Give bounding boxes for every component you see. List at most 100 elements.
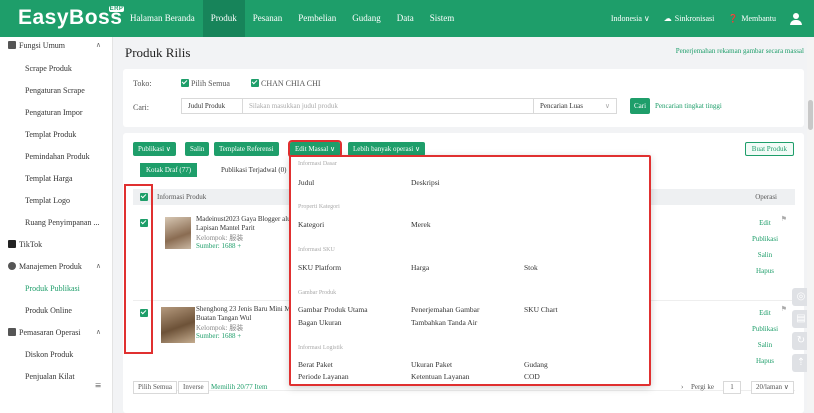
sidebar-item-produk-online[interactable]: Produk Online [0,306,113,315]
nav-produk[interactable]: Produk [202,0,245,37]
sidebar-group-pemasaran-operasi[interactable]: Pemasaran Operasi ∧ [0,328,113,337]
menu-item-warehouse[interactable]: Gudang [524,360,548,369]
copy-link[interactable]: Salin [735,337,795,353]
publish-link[interactable]: Publikasi [735,231,795,247]
menu-item-cod[interactable]: COD [524,372,540,381]
product-thumbnail[interactable] [165,217,191,249]
menu-item-judul[interactable]: Judul [298,178,314,187]
sidebar-item-ruang-penyimpanan[interactable]: Ruang Penyimpanan ... [0,218,113,227]
chevron-up-icon: ∧ [95,328,101,336]
menu-item-size-chart[interactable]: Bagan Ukuran [298,318,342,327]
menu-item-watermark[interactable]: Tambahkan Tanda Air [411,318,477,327]
row-operations: Edit Publikasi Salin Hapus [735,215,795,279]
nav-data[interactable]: Data [389,0,422,37]
help-button[interactable]: ❓ Membantu [728,14,776,23]
search-label: Cari: [133,103,149,112]
search-button[interactable]: Cari [630,98,650,114]
publish-link[interactable]: Publikasi [735,321,795,337]
nav-gudang[interactable]: Gudang [344,0,389,37]
edit-mass-menu: Informasi Dasar Judul Deskripsi Properti… [289,155,651,386]
create-product-button[interactable]: Buat Produk [744,142,794,156]
next-page-icon[interactable]: › [681,377,683,397]
app-logo[interactable]: EasyBoss ERP [18,6,125,30]
menu-item-merek[interactable]: Merek [411,220,431,229]
checkbox-highlight [124,184,153,354]
user-icon[interactable] [790,12,802,25]
filter-card: Toko: Pilih Semua CHAN CHIA CHI Cari: Ju… [123,69,804,127]
page-input[interactable]: 1 [723,381,741,394]
sidebar: Fungsi Umum ∧ Scrape Produk Pengaturan Sc… [0,37,113,413]
copy-button[interactable]: Salin [185,142,210,156]
tab-draft[interactable]: Kotak Draf (77) [140,163,198,177]
sidebar-item-templat-harga[interactable]: Templat Harga [0,174,113,183]
megaphone-icon [8,328,16,336]
menu-section-images: Gambar Produk [298,290,337,296]
menu-item-kategori[interactable]: Kategori [298,220,324,229]
menu-item-service-period[interactable]: Periode Layanan [298,372,349,381]
menu-collapse-icon[interactable]: ≡ [95,380,101,392]
sync-button[interactable]: ☁ Sinkronisasi [664,14,715,23]
region-select[interactable]: Indonesia ∨ [611,14,650,23]
row-operations: Edit Publikasi Salin Hapus [735,305,795,369]
product-source[interactable]: Sumber: 1688 + [196,242,241,250]
product-source[interactable]: Sumber: 1688 + [196,332,241,340]
page-scrollbar[interactable] [807,40,814,410]
tab-scheduled[interactable]: Publikasi Terjadwal (0) [215,163,292,177]
menu-item-service-terms[interactable]: Ketentuan Layanan [411,372,470,381]
search-field-select[interactable]: Judul Produk [181,98,243,114]
template-reference-button[interactable]: Template Referensi [214,142,279,156]
menu-item-image-translation[interactable]: Penerjemahan Gambar [411,305,480,314]
menu-item-stok[interactable]: Stok [524,263,538,272]
sidebar-item-templat-logo[interactable]: Templat Logo [0,196,113,205]
footer-select-all[interactable]: Pilih Semua [133,381,178,394]
column-operations: Operasi [755,193,777,201]
main-nav: Halaman Beranda Produk Pesanan Pembelian… [122,0,462,37]
menu-item-package-size[interactable]: Ukuran Paket [411,360,452,369]
flag-icon[interactable]: ⚑ [781,215,787,223]
top-right-tools: Indonesia ∨ ☁ Sinkronisasi ❓ Membantu [611,0,814,37]
page-size-select[interactable]: 20/laman ∨ [751,381,794,394]
column-product-info: Informasi Produk [157,193,207,201]
product-thumbnail[interactable] [161,307,195,343]
select-all-stores[interactable]: Pilih Semua [181,79,230,88]
menu-item-harga[interactable]: Harga [411,263,429,272]
sidebar-item-pemindahan-produk[interactable]: Pemindahan Produk [0,152,113,161]
menu-item-main-image[interactable]: Gambar Produk Utama [298,305,368,314]
menu-item-sku-platform[interactable]: SKU Platform [298,263,341,272]
store-label: Toko: [133,79,152,88]
sidebar-item-scrape-produk[interactable]: Scrape Produk [0,64,113,73]
sidebar-item-produk-publikasi[interactable]: Produk Publikasi [0,284,113,293]
sidebar-item-templat-produk[interactable]: Templat Produk [0,130,113,139]
help-link[interactable]: Penerjemahan rekaman gambar secara massa… [676,47,804,55]
publish-dropdown[interactable]: Publikasi ∨ [133,142,176,156]
more-operations-dropdown[interactable]: Lebih banyak operasi ∨ [348,142,426,156]
sidebar-group-tiktok[interactable]: TikTok [0,240,113,249]
nav-home[interactable]: Halaman Beranda [122,0,203,37]
delete-link[interactable]: Hapus [735,353,795,369]
store-checkbox[interactable]: CHAN CHIA CHI [251,79,321,88]
page-title: Produk Rilis [125,45,191,60]
delete-link[interactable]: Hapus [735,263,795,279]
nav-pesanan[interactable]: Pesanan [245,0,291,37]
search-mode-select[interactable]: Pencarian Luas ∨ [533,98,617,114]
scrollbar-thumb[interactable] [808,100,813,130]
copy-link[interactable]: Salin [735,247,795,263]
sidebar-item-pengaturan-impor[interactable]: Pengaturan Impor [0,108,113,117]
sidebar-item-pengaturan-scrape[interactable]: Pengaturan Scrape [0,86,113,95]
chevron-up-icon: ∧ [95,262,101,270]
nav-pembelian[interactable]: Pembelian [290,0,344,37]
nav-sistem[interactable]: Sistem [422,0,463,37]
edit-mass-dropdown[interactable]: Edit Massal ∨ [287,140,343,158]
sidebar-group-fungsi-umum[interactable]: Fungsi Umum ∧ [0,41,113,50]
menu-item-sku-chart[interactable]: SKU Chart [524,305,558,314]
search-input[interactable]: Silakan masukkan judul produk [242,98,534,114]
menu-item-package-weight[interactable]: Berat Paket [298,360,333,369]
sidebar-group-manajemen-produk[interactable]: Manajemen Produk ∧ [0,262,113,271]
footer-inverse[interactable]: Inverse [178,381,209,394]
menu-section-sku: Informasi SKU [298,247,335,253]
advanced-search-link[interactable]: Pencarian tingkat tinggi [655,102,722,110]
flag-icon[interactable]: ⚑ [781,305,787,313]
menu-item-deskripsi[interactable]: Deskripsi [411,178,440,187]
sidebar-item-diskon-produk[interactable]: Diskon Produk [0,350,113,359]
top-navigation-bar: EasyBoss ERP Halaman Beranda Produk Pesan… [0,0,814,37]
